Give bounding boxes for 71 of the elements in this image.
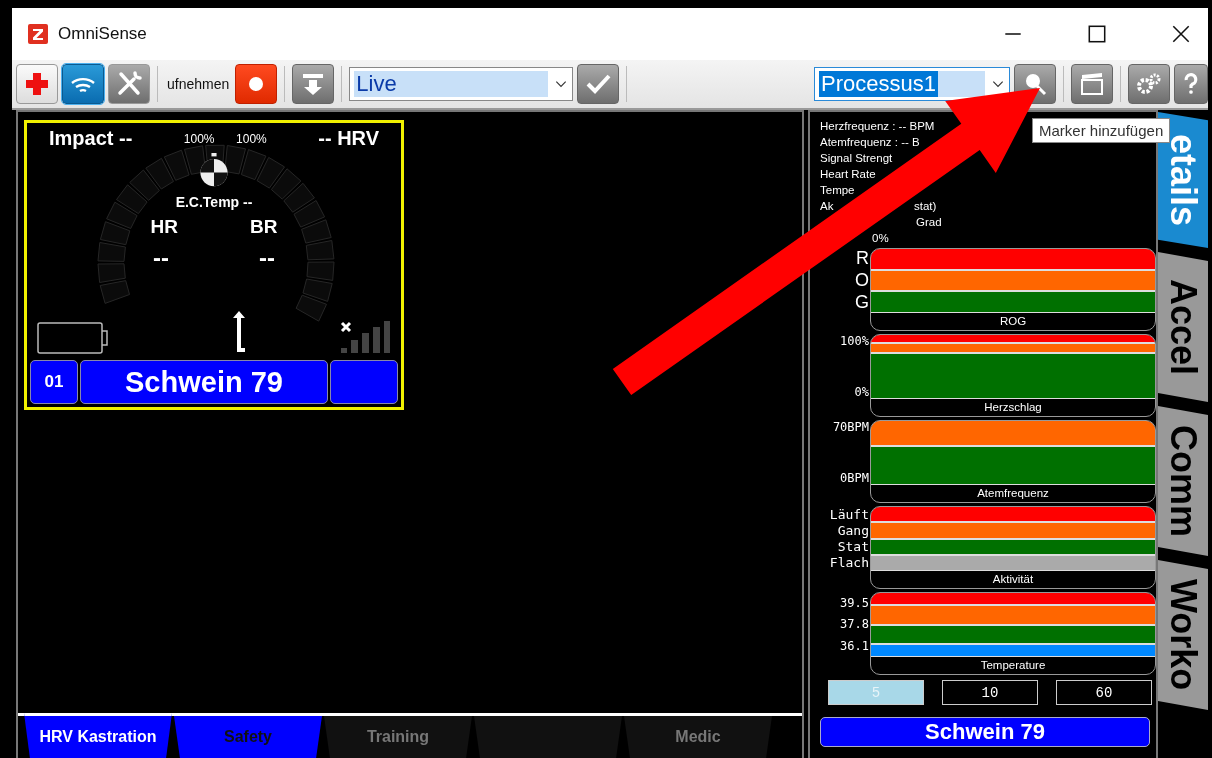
empty-slot — [330, 360, 398, 404]
medic-button[interactable] — [16, 64, 58, 104]
scale-label: 100% — [840, 334, 869, 348]
download-button[interactable] — [292, 64, 335, 104]
device-number: 01 — [30, 360, 78, 404]
animal-name: Schwein 79 — [80, 360, 328, 404]
mode-tab[interactable]: HRV Kastration — [24, 713, 172, 758]
detail-text: Signal Strengt — [820, 152, 893, 164]
scale-label: 37.8 — [840, 617, 869, 632]
stopwatch-icon — [197, 152, 231, 188]
scale-label: 0% — [854, 385, 869, 399]
scale-label: 70BPM — [832, 420, 869, 434]
gauge-caption: Atemfrequenz — [871, 484, 1155, 502]
interval-button[interactable]: 60 — [1056, 680, 1152, 705]
tools-button[interactable] — [108, 64, 150, 104]
heart-rate-value: -- — [153, 244, 169, 272]
scale-label: 0BPM — [840, 471, 869, 485]
scale-label: Flach — [829, 555, 869, 571]
detail-text: Grad — [916, 215, 942, 230]
close-icon[interactable] — [1170, 23, 1192, 45]
scale-label: Stat — [837, 539, 869, 555]
gauge-caption: ROG — [871, 312, 1155, 330]
side-tab[interactable]: Comm — [1158, 406, 1208, 556]
scale-label: Läuft — [829, 506, 869, 522]
side-tab[interactable]: Accel — [1158, 252, 1208, 402]
process-dropdown[interactable]: Processus1 — [814, 67, 1010, 101]
detail-text: Tempe — [820, 184, 855, 196]
animal-name: Schwein 79 — [820, 717, 1150, 747]
gauge-caption: Temperature — [871, 656, 1155, 674]
window-title: OmniSense — [58, 24, 147, 44]
percent-label: 100% — [183, 131, 215, 146]
wireless-button[interactable] — [62, 64, 104, 104]
battery-icon — [37, 322, 109, 354]
mode-tab[interactable]: Training — [324, 716, 472, 758]
detail-text: Atemfrequenz : -- B — [820, 136, 920, 148]
side-tab[interactable]: Worko — [1158, 560, 1208, 710]
impact-label: Impact -- — [49, 127, 133, 150]
record-button[interactable] — [235, 64, 278, 104]
detail-text: stat) — [914, 199, 937, 214]
posture-arrow-icon — [231, 310, 247, 354]
scale-label: 36.1 — [840, 639, 869, 654]
scale-label: 39.5 — [840, 595, 869, 610]
breath-rate-label: BR — [250, 216, 278, 238]
app-logo-icon — [28, 24, 48, 44]
mode-tab[interactable]: Medic — [624, 716, 772, 758]
hrv-label: -- HRV — [318, 127, 379, 150]
interval-button[interactable]: 10 — [942, 680, 1038, 705]
percent-label: 100% — [236, 131, 267, 146]
heart-rate-label: HR — [150, 216, 178, 238]
scale-label: G — [855, 291, 869, 313]
detail-text: Ak — [820, 200, 834, 212]
confirm-button[interactable] — [577, 64, 620, 104]
detail-text: Heart Rate — [820, 168, 876, 180]
demo-button[interactable] — [1071, 64, 1113, 104]
no-signal-icon — [339, 320, 391, 354]
help-button[interactable] — [1174, 64, 1208, 104]
detail-text: 0% — [872, 231, 889, 246]
tooltip: Marker hinzufügen — [1032, 118, 1171, 143]
settings-button[interactable] — [1128, 64, 1170, 104]
mode-dropdown[interactable]: Live — [349, 67, 574, 101]
gauge-caption: Herzschlag — [871, 398, 1155, 416]
record-label: ufnehmen — [167, 76, 230, 92]
scale-label: Gang — [837, 522, 869, 538]
temperature-label: E.C.Temp -- — [175, 194, 253, 210]
maximize-icon[interactable] — [1086, 23, 1108, 45]
device-card[interactable]: Impact -- 100% 100% -- HRV E.C.Temp -- HR BR -- -- 01 Schwein 79 — [24, 120, 404, 410]
breath-rate-value: -- — [259, 244, 275, 272]
gauge-caption: Aktivität — [871, 570, 1155, 588]
detail-text: Herzfrequenz : -- BPM — [820, 120, 935, 132]
scale-label: O — [855, 270, 869, 291]
scale-label: R — [856, 248, 869, 270]
